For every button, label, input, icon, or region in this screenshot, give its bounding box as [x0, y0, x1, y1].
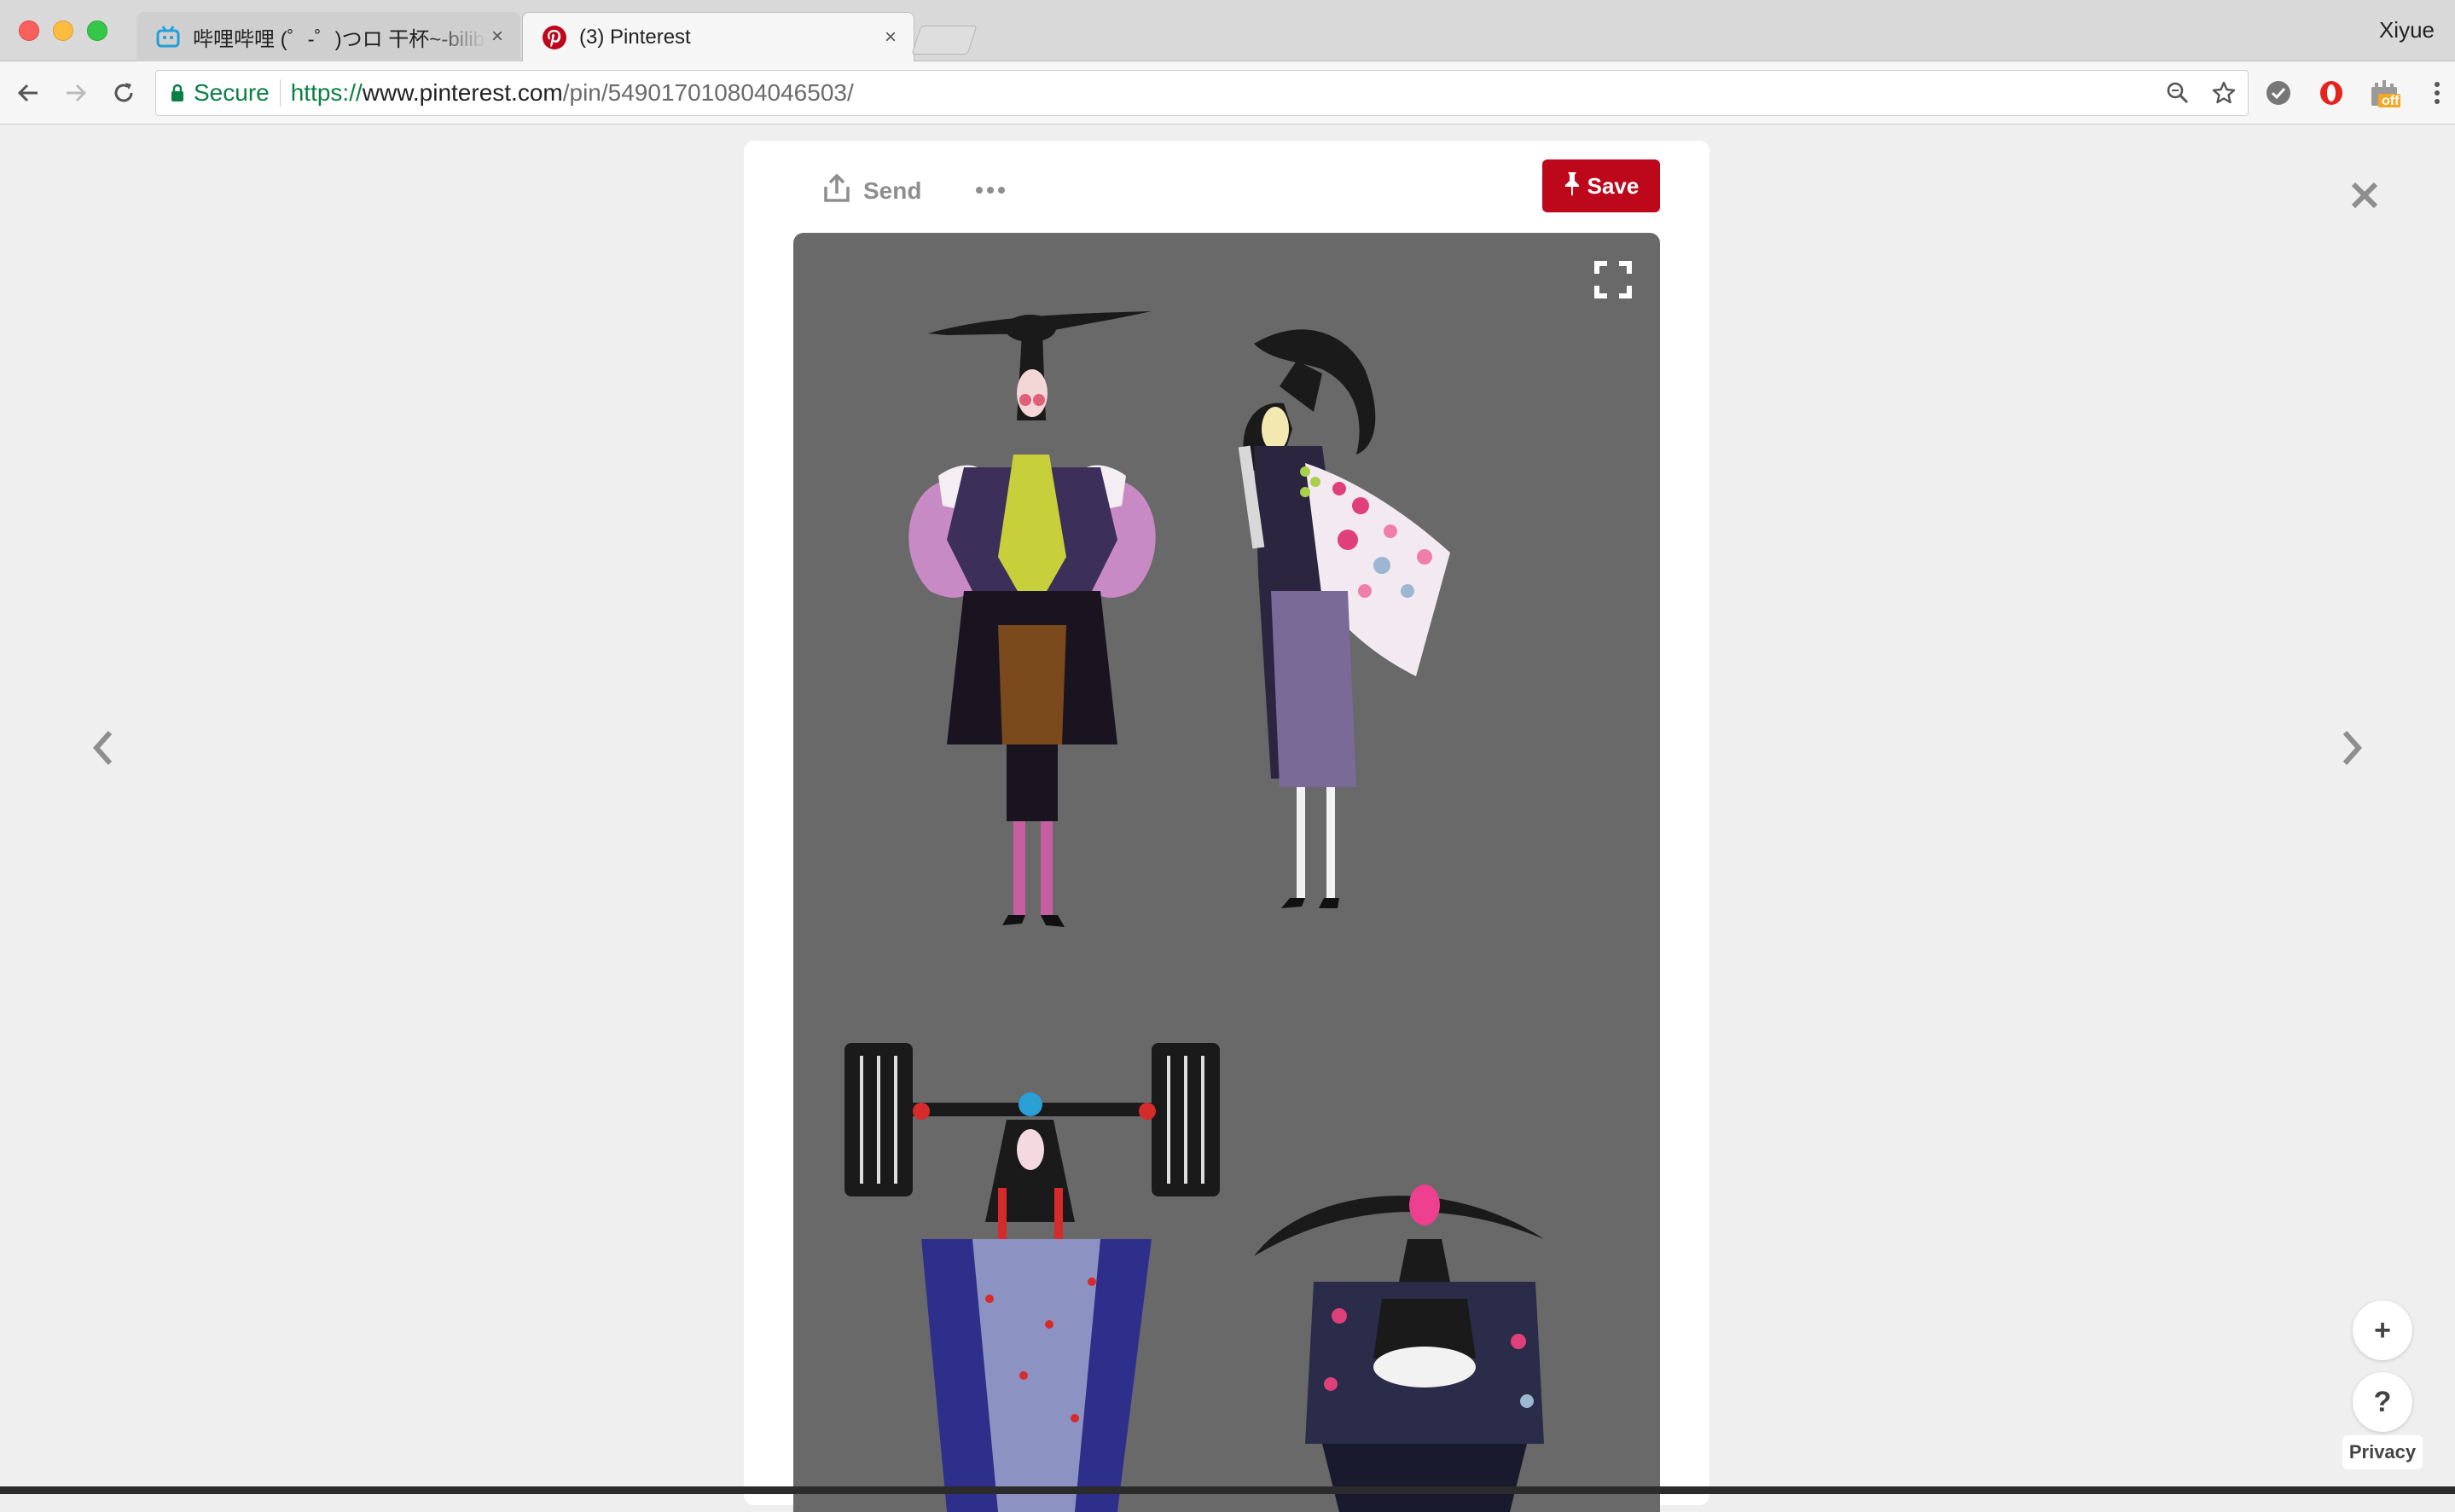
window-zoom-button[interactable] — [87, 20, 107, 41]
tab-bilibili[interactable]: 哔哩哔哩 (゜-゜)つロ 干杯~-bilibili × — [136, 12, 520, 61]
privacy-link[interactable]: Privacy — [2342, 1435, 2423, 1469]
add-button[interactable]: + — [2353, 1301, 2412, 1360]
url-host: www.pinterest.com — [362, 79, 563, 106]
back-icon[interactable] — [12, 77, 44, 109]
tab-title: 哔哩哔哩 (゜-゜)つロ 干杯~-bilibili — [193, 27, 486, 51]
tab-close-icon[interactable]: × — [879, 26, 902, 49]
window-minimize-button[interactable] — [53, 20, 73, 41]
close-pin-icon[interactable] — [2346, 177, 2383, 214]
tab-close-icon[interactable]: × — [486, 25, 508, 49]
omnibox-actions — [2162, 78, 2239, 108]
window-bottom-edge — [0, 1486, 2455, 1494]
character-illustration — [844, 311, 1544, 1512]
save-button[interactable]: Save — [1542, 159, 1660, 212]
forward-icon[interactable] — [60, 77, 92, 109]
more-options-icon[interactable] — [969, 173, 1012, 207]
shield-extension-icon[interactable] — [2262, 77, 2295, 109]
omnibox-divider — [279, 79, 281, 107]
pin-image[interactable] — [793, 233, 1660, 1512]
off-extension-icon[interactable]: off — [2368, 77, 2400, 109]
browser-tab-bar: 哔哩哔哩 (゜-゜)つロ 干杯~-bilibili × (3) Pinteres… — [0, 0, 2455, 61]
off-badge-text: off — [2382, 94, 2400, 108]
help-button[interactable]: ? — [2353, 1372, 2412, 1432]
next-pin-arrow-icon[interactable] — [2336, 722, 2370, 773]
figure-pickaxe-hat — [1238, 329, 1450, 908]
opera-extension-icon[interactable] — [2315, 77, 2348, 109]
window-close-button[interactable] — [19, 20, 39, 41]
extension-icons: off — [2262, 77, 2453, 109]
pinterest-icon — [542, 25, 567, 50]
bilibili-icon — [155, 24, 181, 49]
secure-label: Secure — [194, 79, 270, 106]
figure-hat-wide — [908, 311, 1156, 927]
menu-icon[interactable] — [2421, 77, 2453, 109]
pin-card: Send Save — [744, 141, 1709, 1512]
pinterest-closeup-page: Send Save + ? Privacy — [0, 125, 2455, 1512]
previous-pin-arrow-icon[interactable] — [85, 722, 119, 773]
send-button[interactable]: Send — [822, 171, 921, 211]
new-tab-button[interactable] — [911, 26, 978, 55]
star-icon[interactable] — [2208, 78, 2239, 108]
zoom-icon[interactable] — [2162, 78, 2193, 108]
url-path: /pin/549017010804046503/ — [562, 79, 854, 106]
browser-toolbar: Secure https:// www.pinterest.com /pin/5… — [0, 61, 2455, 125]
reload-icon[interactable] — [107, 77, 140, 109]
lock-icon — [170, 84, 185, 102]
fullscreen-icon[interactable] — [1590, 257, 1636, 303]
tab-title: (3) Pinterest — [579, 25, 691, 49]
share-icon — [822, 173, 851, 210]
pushpin-icon — [1564, 171, 1581, 202]
address-bar[interactable]: Secure https:// www.pinterest.com /pin/5… — [155, 70, 2249, 116]
figure-arc-hat — [1254, 1185, 1544, 1512]
send-label: Send — [863, 177, 922, 204]
figure-drum-hat — [844, 1043, 1220, 1512]
profile-name[interactable]: Xiyue — [2379, 17, 2435, 43]
tab-pinterest[interactable]: (3) Pinterest × — [522, 12, 914, 61]
save-label: Save — [1587, 172, 1640, 199]
url-scheme: https:// — [290, 79, 363, 106]
